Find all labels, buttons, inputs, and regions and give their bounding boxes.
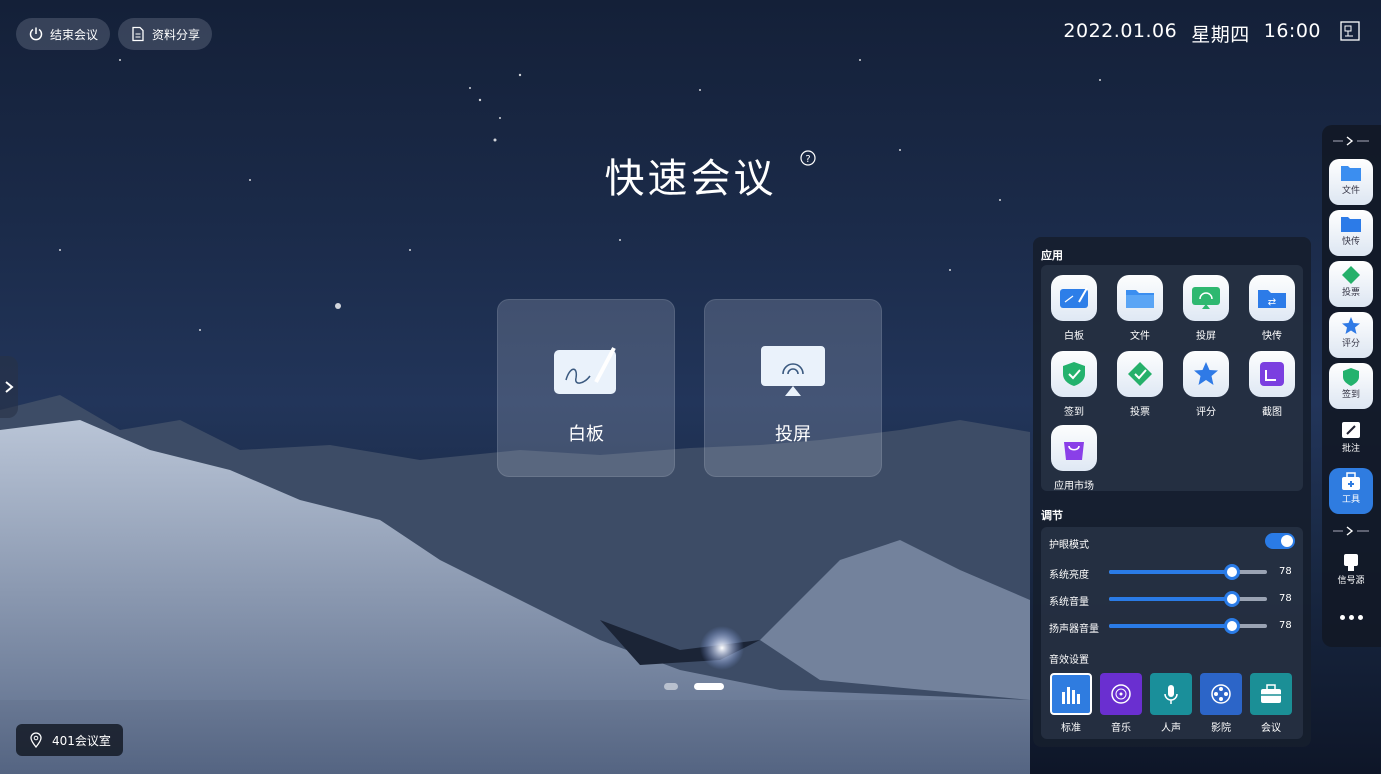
document-icon [130, 26, 146, 42]
microphone-icon [1164, 685, 1178, 704]
screencast-card[interactable]: 投屏 [704, 299, 882, 477]
location-pin-icon [30, 732, 42, 748]
system-volume-slider[interactable] [1109, 591, 1267, 607]
app-whiteboard[interactable]: 白板 [1046, 275, 1102, 342]
end-meeting-button[interactable]: 结束会议 [16, 18, 111, 50]
app-checkin[interactable]: 签到 [1046, 351, 1102, 418]
rail-tools[interactable]: 工具 [1329, 468, 1373, 514]
equalizer-icon [1062, 687, 1080, 704]
app-rating[interactable]: 评分 [1178, 351, 1234, 418]
signal-source-icon [1344, 554, 1358, 571]
sound-effects-label: 音效设置 [1049, 655, 1089, 666]
whiteboard-icon [552, 344, 620, 400]
rail-divider-arrow [1328, 525, 1374, 537]
help-icon[interactable]: ? [800, 150, 816, 166]
speaker-volume-value: 78 [1279, 620, 1292, 631]
sound-music[interactable]: 音乐 [1099, 673, 1143, 734]
app-store[interactable]: 应用市场 [1046, 425, 1102, 492]
network-icon[interactable] [1339, 20, 1361, 42]
date-text: 2022.01.06 [1063, 20, 1178, 42]
app-screencast[interactable]: 投屏 [1178, 275, 1234, 342]
rail-vote[interactable]: 投票 [1329, 261, 1373, 307]
folder-icon [1126, 290, 1154, 308]
checkin-shield-icon [1063, 362, 1085, 386]
music-disc-icon [1111, 684, 1131, 704]
transfer-folder-icon [1341, 217, 1361, 232]
screencast-label: 投屏 [775, 424, 811, 445]
arrow-right-icon [1333, 526, 1369, 536]
annotate-icon [1342, 422, 1360, 438]
eye-mode-toggle[interactable] [1265, 533, 1295, 549]
app-file[interactable]: 文件 [1112, 275, 1168, 342]
datetime: 2022.01.06 星期四 16:00 [1063, 20, 1321, 47]
page-title: 快速会议 [604, 156, 777, 202]
apps-grid: 白板 文件 投屏 ⇄ 快传 签到 投票 评分 截图 应用市场 [1041, 265, 1303, 492]
share-material-button[interactable]: 资料分享 [118, 18, 213, 50]
app-vote[interactable]: 投票 [1112, 351, 1168, 418]
system-volume-value: 78 [1279, 593, 1292, 604]
screencast-icon [759, 344, 827, 400]
share-material-label: 资料分享 [152, 27, 201, 42]
film-reel-icon [1211, 684, 1231, 704]
page-dot-1[interactable] [664, 683, 678, 690]
rail-checkin[interactable]: 签到 [1329, 363, 1373, 409]
briefcase-icon [1261, 684, 1281, 703]
rail-signal-source[interactable]: 信号源 [1329, 549, 1373, 595]
whiteboard-icon [1060, 287, 1088, 308]
app-store-icon [1064, 442, 1084, 460]
chevron-right-icon [5, 381, 14, 393]
control-panel: 应用 白板 文件 投屏 ⇄ 快传 签到 投票 评分 截图 应用市场 调节 护眼模… [1033, 237, 1311, 747]
system-volume-label: 系统音量 [1049, 597, 1089, 608]
app-transfer[interactable]: ⇄ 快传 [1244, 275, 1300, 342]
apps-section-title: 应用 [1041, 249, 1063, 262]
room-badge: 401会议室 [16, 724, 123, 756]
svg-text:?: ? [805, 154, 810, 165]
more-icon[interactable] [1340, 615, 1363, 620]
sound-standard[interactable]: 标准 [1049, 673, 1093, 734]
rail-annotate[interactable]: 批注 [1329, 417, 1373, 463]
screenshot-icon [1260, 362, 1284, 386]
sound-cinema[interactable]: 影院 [1199, 673, 1243, 734]
speaker-volume-label: 扬声器音量 [1049, 624, 1099, 635]
whiteboard-label: 白板 [568, 424, 604, 445]
time-text: 16:00 [1263, 20, 1321, 42]
folder-icon [1341, 166, 1361, 181]
star-icon [1194, 362, 1218, 385]
rail-transfer[interactable]: 快传 [1329, 210, 1373, 256]
brightness-value: 78 [1279, 566, 1292, 577]
screencast-icon [1192, 287, 1220, 309]
end-meeting-label: 结束会议 [50, 27, 99, 42]
arrow-right-icon [1333, 136, 1369, 146]
room-name: 401会议室 [52, 733, 111, 748]
brightness-slider[interactable] [1109, 564, 1267, 580]
weekday-text: 星期四 [1191, 24, 1250, 46]
sound-meeting[interactable]: 会议 [1249, 673, 1293, 734]
vote-icon [1128, 362, 1152, 386]
adjust-box: 护眼模式 系统亮度 78 系统音量 78 扬声器音量 78 音效设置 标准 音乐… [1041, 527, 1303, 739]
brightness-label: 系统亮度 [1049, 570, 1089, 581]
page-dot-2-active[interactable] [694, 683, 724, 690]
page-indicator [664, 683, 724, 690]
rail-rating[interactable]: 评分 [1329, 312, 1373, 358]
svg-text:⇄: ⇄ [1268, 297, 1276, 308]
toolbox-icon [1342, 472, 1360, 490]
left-expand-tab[interactable] [0, 356, 18, 418]
app-screenshot[interactable]: 截图 [1244, 351, 1300, 418]
eye-mode-label: 护眼模式 [1049, 540, 1089, 551]
speaker-volume-slider[interactable] [1109, 618, 1267, 634]
right-toolbar: 文件 快传 投票 评分 签到 批注 工具 信号源 [1322, 125, 1381, 647]
rail-file[interactable]: 文件 [1329, 159, 1373, 205]
adjust-section-title: 调节 [1041, 509, 1063, 522]
power-icon [28, 26, 44, 42]
transfer-folder-icon: ⇄ [1258, 290, 1286, 308]
sound-vocal[interactable]: 人声 [1149, 673, 1193, 734]
vote-icon [1342, 266, 1360, 284]
checkin-shield-icon [1343, 368, 1359, 386]
star-icon [1342, 317, 1360, 334]
whiteboard-card[interactable]: 白板 [497, 299, 675, 477]
collapse-rail-arrow[interactable] [1328, 135, 1374, 147]
